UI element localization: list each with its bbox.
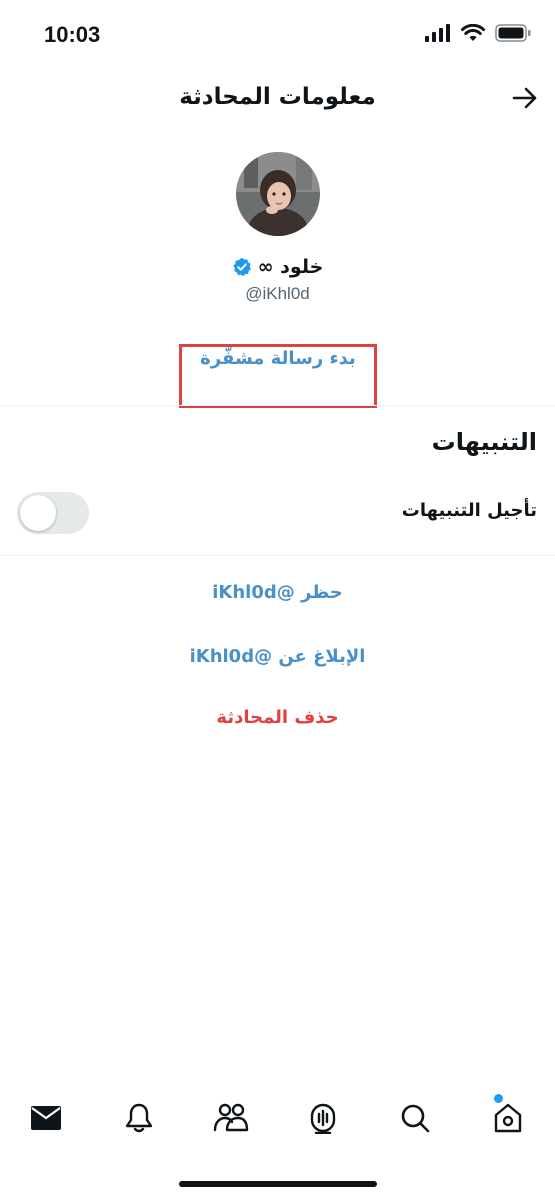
search-icon bbox=[401, 1104, 430, 1133]
report-user-button[interactable]: الإبلاغ عن @iKhl0d bbox=[0, 646, 555, 667]
wifi-icon bbox=[461, 24, 485, 41]
home-indicator bbox=[179, 1181, 377, 1187]
home-icon bbox=[494, 1103, 522, 1133]
snooze-notifications-label: تأجيل التنبيهات bbox=[401, 500, 537, 521]
page-title: معلومات المحادثة bbox=[179, 84, 376, 110]
home-notification-dot bbox=[494, 1094, 503, 1103]
back-arrow-icon[interactable] bbox=[511, 84, 539, 112]
display-name: خلود ∞ bbox=[257, 256, 324, 278]
highlight-box bbox=[179, 344, 377, 408]
tab-spaces[interactable] bbox=[305, 1100, 341, 1136]
status-bar: 10:03 bbox=[0, 0, 555, 70]
verified-badge-icon bbox=[233, 257, 251, 277]
profile-handle: @iKhl0d bbox=[245, 284, 310, 303]
divider bbox=[0, 555, 555, 556]
profile-name-row: خلود ∞ bbox=[0, 256, 555, 278]
header: معلومات المحادثة bbox=[0, 70, 555, 126]
tab-search[interactable] bbox=[397, 1100, 433, 1136]
tab-communities[interactable] bbox=[213, 1100, 249, 1136]
tab-bar bbox=[0, 1088, 555, 1148]
toggle-knob bbox=[20, 495, 56, 531]
tab-messages[interactable] bbox=[28, 1100, 64, 1136]
avatar-photo bbox=[236, 152, 320, 236]
snooze-notifications-toggle[interactable] bbox=[17, 492, 89, 534]
notifications-section-title: التنبيهات bbox=[431, 428, 537, 456]
mail-icon bbox=[31, 1106, 61, 1130]
battery-icon bbox=[495, 24, 531, 42]
bell-icon bbox=[125, 1103, 153, 1133]
block-user-button[interactable]: حظر @iKhl0d bbox=[0, 582, 555, 603]
status-time: 10:03 bbox=[44, 22, 101, 47]
status-icons bbox=[425, 24, 531, 42]
tab-home[interactable] bbox=[490, 1100, 526, 1136]
communities-icon bbox=[213, 1103, 249, 1132]
tab-notifications[interactable] bbox=[121, 1100, 157, 1136]
spaces-icon bbox=[310, 1103, 336, 1134]
divider bbox=[0, 405, 555, 406]
delete-conversation-button[interactable]: حذف المحادثة bbox=[0, 707, 555, 728]
avatar[interactable] bbox=[236, 152, 320, 236]
signal-icon bbox=[425, 24, 450, 42]
